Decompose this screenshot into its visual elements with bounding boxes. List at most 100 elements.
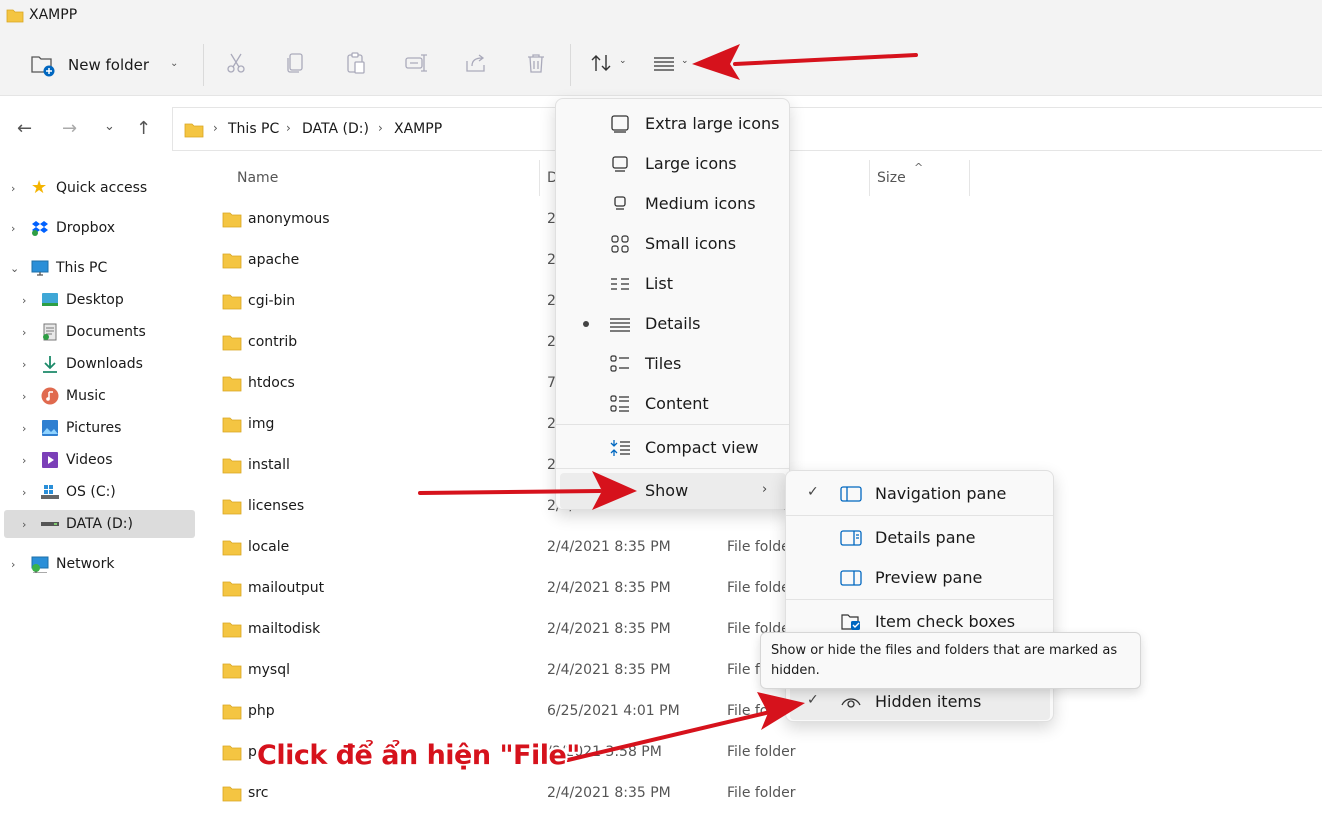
sidebar-item-this-pc[interactable]: ⌄ This PC [0,254,196,282]
sidebar-item-pictures[interactable]: › Pictures [0,414,196,442]
chevron-right-icon[interactable]: › [11,558,15,571]
delete-icon[interactable] [524,51,548,75]
sidebar-item-videos[interactable]: › Videos [0,446,196,474]
paste-icon[interactable] [344,51,368,75]
new-folder-button[interactable]: New folder ⌄ [30,50,178,80]
chevron-down-icon[interactable]: ⌄ [619,56,627,66]
breadcrumb-item[interactable]: DATA (D:) [302,121,369,137]
menu-item-label: Medium icons [645,194,756,213]
sidebar-item-label: Videos [66,452,113,468]
details-pane-icon [840,530,862,546]
table-row[interactable]: php 6/25/2021 4:01 PM File folder [198,692,1322,733]
column-divider[interactable] [969,160,970,196]
menu-item-small-icons[interactable]: Small icons [560,226,786,262]
chevron-right-icon[interactable]: › [22,326,26,339]
menu-item-show[interactable]: Show › [560,473,786,509]
menu-item-list[interactable]: List [560,266,786,302]
sidebar-item-os-c[interactable]: › OS (C:) [0,478,196,506]
menu-item-hidden-items[interactable]: ✓ Hidden items [790,684,1050,720]
sidebar-item-desktop[interactable]: › Desktop [0,286,196,314]
star-icon: ★ [31,177,48,198]
file-type: File folder [727,785,796,801]
menu-item-label: Small icons [645,234,737,253]
chevron-right-icon[interactable]: › [22,390,26,403]
eye-icon [841,698,861,708]
menu-item-large-icons[interactable]: Large icons [560,146,786,182]
menu-item-details-pane[interactable]: Details pane [790,520,1050,556]
chevron-right-icon[interactable]: › [22,518,26,531]
chevron-down-icon[interactable]: ⌄ [170,58,178,69]
breadcrumb-item[interactable]: This PC [228,121,279,137]
file-date: 2/4/2021 8:35 PM [547,580,671,596]
sidebar-item-network[interactable]: › Network [0,550,196,578]
table-row[interactable]: src 2/4/2021 8:35 PM File folder [198,774,1322,815]
menu-item-extra-large-icons[interactable]: Extra large icons [560,106,786,142]
rename-icon[interactable] [404,51,428,75]
chevron-right-icon[interactable]: › [11,182,15,195]
chevron-right-icon[interactable]: › [22,294,26,307]
chevron-right-icon: › [378,121,383,135]
menu-item-label: Show [645,481,689,500]
up-icon[interactable]: ↑ [136,118,151,139]
sidebar-item-downloads[interactable]: › Downloads [0,350,196,378]
chevron-right-icon[interactable]: › [22,454,26,467]
checkmark-icon: ✓ [807,484,819,500]
table-row[interactable]: mailoutput 2/4/2021 8:35 PM File folder [198,569,1322,610]
cut-icon[interactable] [224,51,248,75]
desktop-icon [42,293,58,306]
sidebar-item-quick-access[interactable]: › ★ Quick access [0,174,196,202]
file-date: 2/4/2021 8:35 PM [547,539,671,555]
menu-item-label: Extra large icons [645,114,780,133]
column-header-name[interactable]: Name [237,170,278,186]
copy-icon[interactable] [284,51,308,75]
sidebar-item-data-d[interactable]: › DATA (D:) [4,510,195,538]
menu-item-tiles[interactable]: Tiles [560,346,786,382]
menu-item-label: Navigation pane [875,484,1007,503]
column-divider[interactable] [539,160,540,196]
extra-large-icons-icon [611,115,629,133]
menu-item-details[interactable]: Details [560,306,786,342]
folder-icon [222,253,242,269]
preview-pane-icon [840,570,862,586]
menu-item-content[interactable]: Content [560,386,786,422]
title-bar: XAMPP [0,0,1322,34]
sidebar-item-label: Desktop [66,292,124,308]
file-date: 2/4/2021 8:35 PM [547,662,671,678]
breadcrumb-item[interactable]: XAMPP [394,121,442,137]
table-row[interactable]: locale 2/4/2021 8:35 PM File folder [198,528,1322,569]
sidebar-item-documents[interactable]: › Documents [0,318,196,346]
sidebar-item-label: Music [66,388,106,404]
menu-item-label: Item check boxes [875,612,1016,631]
chevron-down-icon[interactable]: ⌄ [10,262,19,275]
chevron-right-icon[interactable]: › [22,422,26,435]
column-header-size[interactable]: Size [877,170,906,186]
folder-icon [222,417,242,433]
menu-divider [556,468,789,469]
sidebar-item-dropbox[interactable]: › Dropbox [0,214,196,242]
sidebar-item-label: OS (C:) [66,484,116,500]
file-name: mailtodisk [248,621,321,637]
file-name: cgi-bin [248,293,296,309]
file-name: htdocs [248,375,295,391]
forward-icon[interactable]: → [62,118,77,139]
chevron-right-icon[interactable]: › [11,222,15,235]
sort-icon[interactable] [589,51,613,75]
back-icon[interactable]: ← [17,118,32,139]
folder-icon [222,294,242,310]
small-icons-icon [611,235,629,253]
sidebar-item-music[interactable]: › Music [0,382,196,410]
documents-icon [43,323,57,341]
recent-locations-icon[interactable]: ⌄ [104,119,115,134]
share-icon[interactable] [464,51,488,75]
column-divider[interactable] [869,160,870,196]
file-type: File folder [727,744,796,760]
chevron-right-icon[interactable]: › [22,486,26,499]
menu-item-preview-pane[interactable]: Preview pane [790,560,1050,596]
menu-item-medium-icons[interactable]: Medium icons [560,186,786,222]
chevron-right-icon[interactable]: › [22,358,26,371]
chevron-down-icon[interactable]: ⌄ [681,56,689,66]
menu-item-compact-view[interactable]: Compact view [560,430,786,466]
menu-item-navigation-pane[interactable]: ✓ Navigation pane [790,476,1050,512]
file-date: 2/4/2021 8:35 PM [547,621,671,637]
view-icon[interactable] [652,51,676,75]
